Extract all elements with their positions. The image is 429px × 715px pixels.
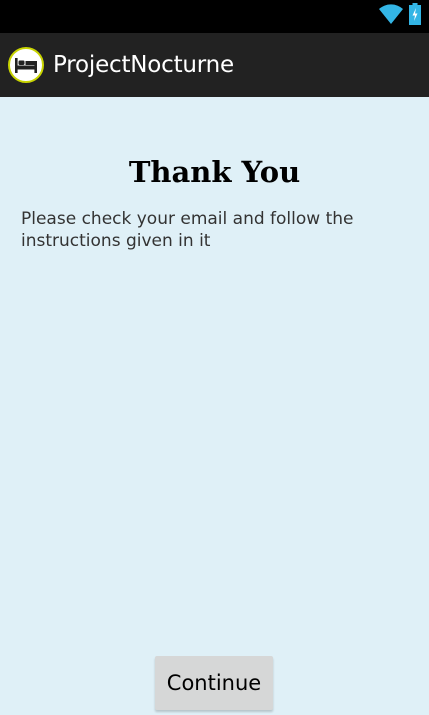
bed-icon[interactable]	[8, 47, 44, 83]
page-title: Thank You	[128, 155, 301, 189]
instruction-message: Please check your email and follow the i…	[21, 209, 354, 251]
app-title: ProjectNocturne	[53, 52, 234, 78]
status-icons	[378, 2, 421, 30]
main-content: Thank You Please check your email and fo…	[0, 97, 429, 715]
wifi-icon	[378, 3, 404, 30]
continue-button[interactable]: Continue	[155, 656, 273, 710]
action-bar: ProjectNocturne	[0, 33, 429, 97]
battery-charging-icon	[409, 2, 421, 30]
status-bar	[0, 0, 429, 33]
